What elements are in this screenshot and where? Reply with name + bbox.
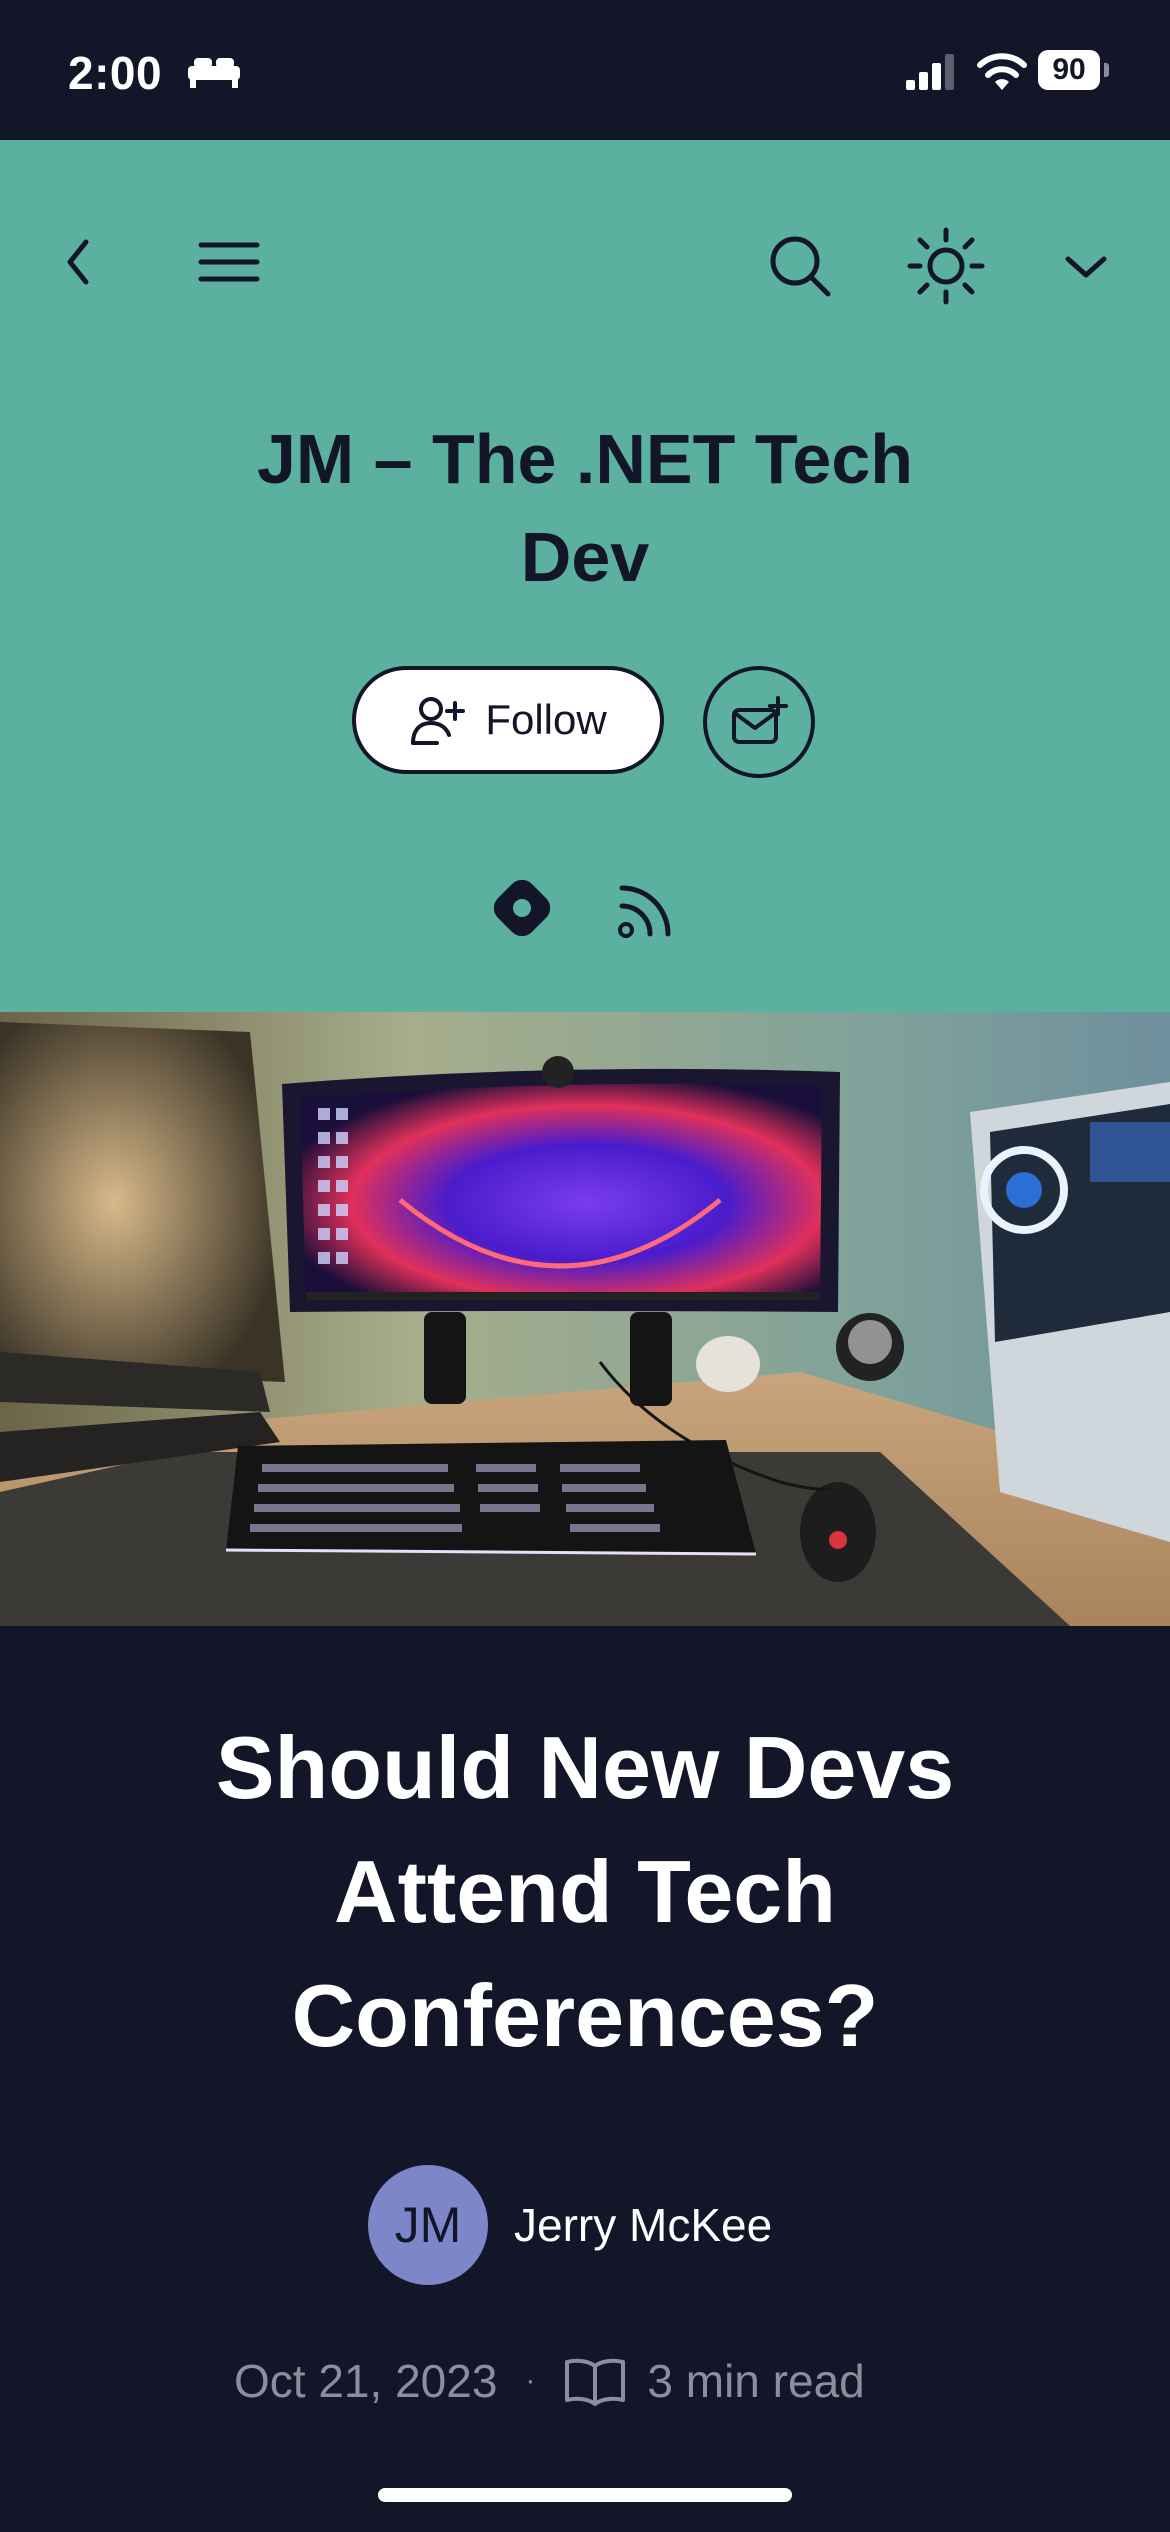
hashnode-icon[interactable] <box>488 874 556 942</box>
battery-tip <box>1104 63 1109 77</box>
search-icon <box>770 236 831 297</box>
blog-title[interactable]: JM – The .NET Tech Dev <box>185 410 985 606</box>
wifi-icon <box>977 53 1027 90</box>
follow-button[interactable]: Follow <box>352 666 664 774</box>
author-name[interactable]: Jerry McKee <box>514 2198 772 2252</box>
envelope-plus-icon <box>732 696 788 744</box>
battery-icon: 90 <box>1038 50 1110 92</box>
rss-icon[interactable] <box>614 880 676 942</box>
publish-date: Oct 21, 2023 <box>234 2355 498 2407</box>
follow-label: Follow <box>485 696 607 743</box>
sleep-focus-icon <box>188 58 240 88</box>
theme-toggle-button[interactable] <box>894 212 998 320</box>
book-open-icon <box>565 2358 626 2406</box>
home-indicator[interactable] <box>378 2488 792 2502</box>
sun-icon <box>907 227 985 305</box>
user-plus-icon <box>411 697 466 745</box>
menu-button[interactable] <box>184 212 274 312</box>
meta-separator: · <box>525 2364 536 2397</box>
read-time: 3 min read <box>647 2355 865 2407</box>
chevron-down-icon <box>1065 256 1107 278</box>
blog-header: JM – The .NET Tech Dev Follow <box>0 140 1170 1012</box>
hamburger-menu-icon <box>198 242 260 282</box>
status-time: 2:00 <box>68 47 163 99</box>
status-bar: 2:00 90 <box>0 0 1170 140</box>
back-button[interactable] <box>48 212 108 312</box>
more-options-button[interactable] <box>1052 216 1120 316</box>
cellular-signal-icon <box>906 54 954 90</box>
article-title: Should New Devs Attend Tech Conferences? <box>215 1718 955 2065</box>
chevron-left-icon <box>67 239 89 285</box>
newsletter-subscribe-button[interactable] <box>703 666 815 778</box>
cover-image-illustration <box>0 1012 1170 1626</box>
avatar[interactable]: JM <box>368 2165 488 2285</box>
author-info[interactable]: JM Jerry McKee <box>368 2164 772 2286</box>
article-meta: Oct 21, 2023 · 3 min read <box>234 2346 865 2416</box>
battery-level: 90 <box>1038 50 1100 90</box>
search-button[interactable] <box>752 216 848 316</box>
cover-image[interactable] <box>0 1012 1170 1626</box>
